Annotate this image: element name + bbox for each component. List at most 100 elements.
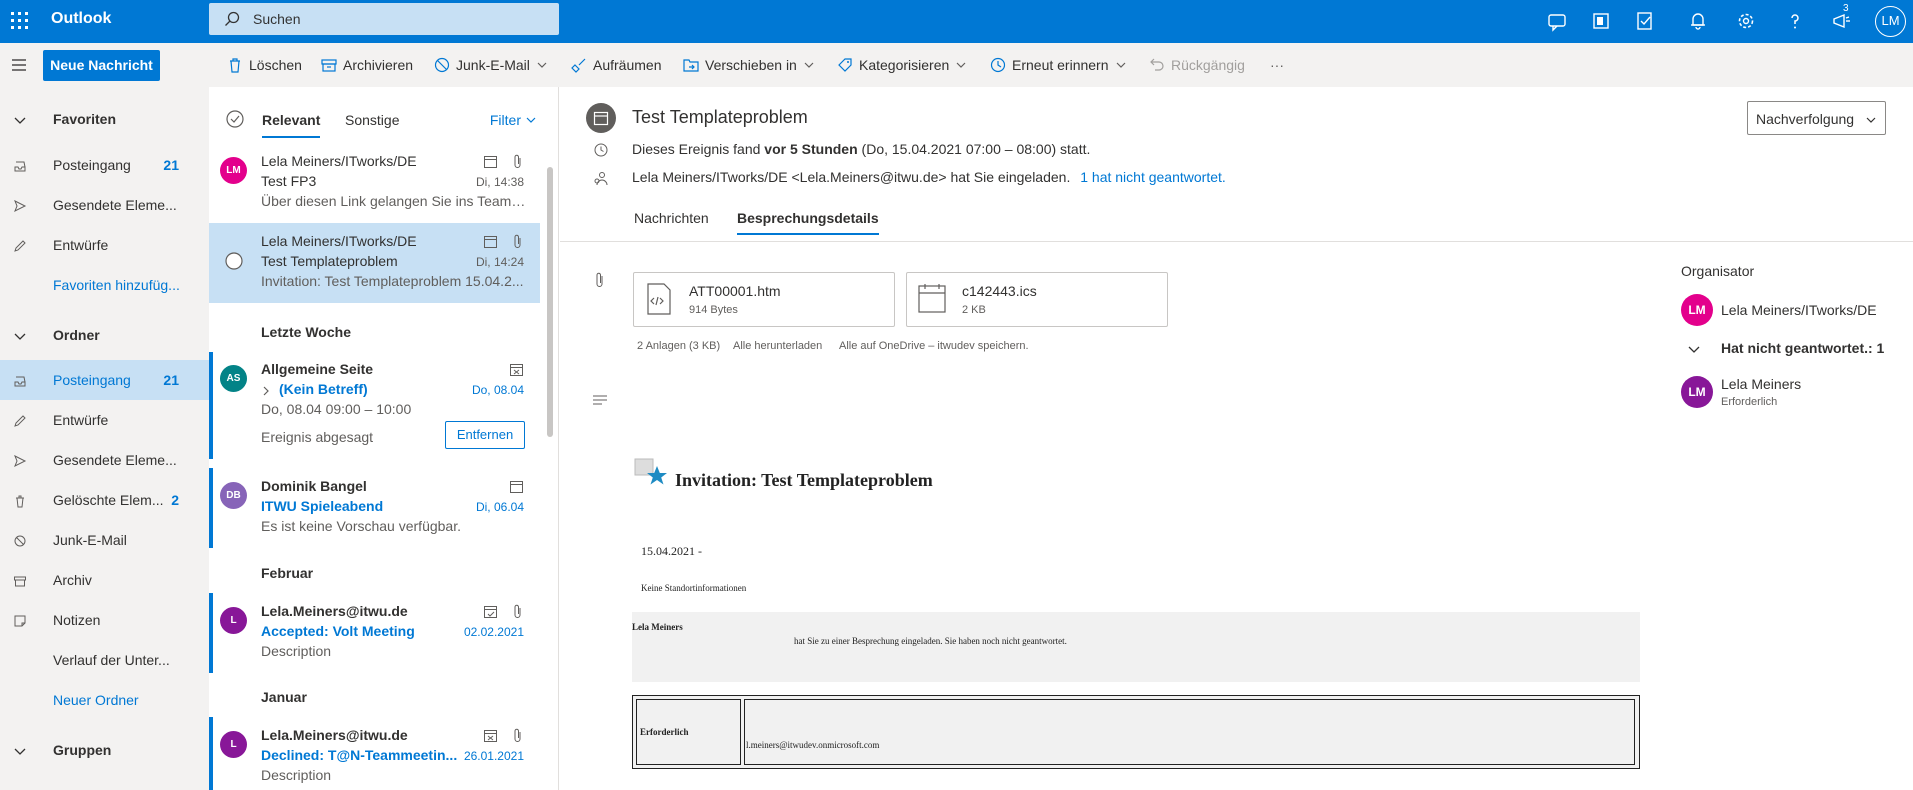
- search-icon: [224, 11, 240, 27]
- snooze-label: Erneut erinnern: [1012, 57, 1109, 73]
- sidebar-item-label: Archiv: [53, 572, 92, 588]
- more-button[interactable]: ···: [1270, 55, 1284, 75]
- search-input[interactable]: Suchen: [209, 3, 559, 35]
- list-item[interactable]: AS Allgemeine Seite (Kein Betreff) Do, 0…: [209, 352, 540, 459]
- event-time-suffix: (Do, 15.04.2021 07:00 – 08:00) statt.: [857, 141, 1091, 157]
- delete-button[interactable]: Löschen: [227, 55, 302, 75]
- sweep-button[interactable]: Aufräumen: [571, 55, 661, 75]
- paperclip-icon: [514, 728, 521, 742]
- tab-messages[interactable]: Nachrichten: [634, 210, 709, 226]
- calendar-icon: [510, 481, 523, 493]
- folders-header[interactable]: Ordner: [0, 315, 209, 355]
- followup-dropdown[interactable]: Nachverfolgung: [1747, 101, 1886, 135]
- event-icon: [586, 103, 616, 133]
- list-item-selected[interactable]: Lela Meiners/ITworks/DE Test Templatepro…: [209, 223, 540, 303]
- attachment-name: ATT00001.htm: [689, 283, 781, 299]
- categorize-button[interactable]: Kategorisieren: [837, 55, 967, 75]
- attachment-card[interactable]: c142443.ics 2 KB: [906, 272, 1168, 327]
- sidebar-item-junk[interactable]: Junk-E-Mail: [0, 520, 209, 560]
- sidebar-item-notes[interactable]: Notizen: [0, 600, 209, 640]
- move-label: Verschieben in: [705, 57, 797, 73]
- noresponse-link[interactable]: 1 hat nicht geantwortet.: [1080, 169, 1226, 185]
- followup-label: Nachverfolgung: [1756, 111, 1855, 127]
- select-all-icon[interactable]: [225, 109, 245, 129]
- pencil-icon: [14, 415, 26, 427]
- sidebar-item-drafts[interactable]: Entwürfe: [0, 400, 209, 440]
- favorites-header[interactable]: Favoriten: [0, 99, 209, 139]
- chevron-down-icon: [14, 748, 26, 755]
- app-title[interactable]: Outlook: [51, 10, 111, 28]
- message-date: Di, 14:38: [475, 175, 524, 189]
- list-scrollbar[interactable]: [547, 167, 553, 437]
- archive-button[interactable]: Archivieren: [321, 55, 413, 75]
- filter-button[interactable]: Filter: [490, 112, 537, 128]
- list-item[interactable]: L Lela.Meiners@itwu.de Accepted: Volt Me…: [209, 593, 540, 673]
- hamburger-icon[interactable]: [10, 57, 28, 73]
- move-button[interactable]: Verschieben in: [683, 55, 815, 75]
- app-launcher-icon[interactable]: [10, 11, 30, 31]
- invite-box: Lela Meiners hat Sie zu einer Besprechun…: [632, 612, 1640, 682]
- sidebar-item-favorites-sent[interactable]: Gesendete Eleme...: [0, 185, 209, 225]
- left-navigation: Favoriten Posteingang 21 Gesendete Eleme…: [0, 87, 209, 790]
- list-item[interactable]: LM Lela Meiners/ITworks/DE Test FP3 Di, …: [209, 143, 540, 223]
- event-time-relative: vor 5 Stunden: [764, 141, 858, 157]
- office-icon[interactable]: [1590, 10, 1612, 32]
- unread-count: 21: [163, 157, 179, 173]
- sidebar-item-label: Entwürfe: [53, 237, 109, 253]
- group-header-last-week: Letzte Woche: [261, 324, 351, 340]
- required-email: l.meiners@itwudev.onmicrosoft.com: [746, 740, 880, 750]
- help-icon[interactable]: [1784, 10, 1806, 32]
- sidebar-item-label: Verlauf der Unter...: [53, 652, 170, 668]
- sidebar-item-deleted[interactable]: Gelöschte Elem... 2: [0, 480, 209, 520]
- sidebar-item-label: Gesendete Eleme...: [53, 197, 177, 213]
- junk-button[interactable]: Junk-E-Mail: [434, 55, 548, 75]
- groups-header[interactable]: Gruppen: [0, 730, 209, 770]
- sidebar-item-inbox[interactable]: Posteingang 21: [0, 360, 209, 400]
- chevron-right-icon[interactable]: [261, 385, 271, 397]
- feedback-icon[interactable]: [1831, 10, 1853, 32]
- message-sender: Lela Meiners/ITworks/DE: [261, 153, 417, 169]
- message-preview: Do, 08.04 09:00 – 10:00: [261, 401, 412, 417]
- todo-icon[interactable]: [1634, 10, 1656, 32]
- save-to-onedrive-link[interactable]: Alle auf OneDrive – itwudev speichern.: [839, 340, 1029, 352]
- attachment-card[interactable]: ATT00001.htm 914 Bytes: [633, 272, 895, 327]
- chevron-down-icon[interactable]: [1687, 342, 1701, 356]
- sidebar-item-history[interactable]: Verlauf der Unter...: [0, 640, 209, 680]
- message-list: Relevant Sonstige Filter LM Lela Meiners…: [209, 87, 559, 790]
- list-item[interactable]: DB Dominik Bangel ITWU Spieleabend Di, 0…: [209, 468, 540, 548]
- message-subject: Test Templateproblem: [261, 253, 398, 269]
- attendee-name[interactable]: Lela Meiners: [1721, 376, 1801, 392]
- new-message-button[interactable]: Neue Nachricht: [43, 50, 160, 81]
- tab-focused[interactable]: Relevant: [262, 112, 321, 138]
- new-folder-link[interactable]: Neuer Ordner: [0, 680, 209, 720]
- group-header-february: Februar: [261, 565, 314, 581]
- select-radio-icon[interactable]: [224, 251, 244, 271]
- tab-meeting-details[interactable]: Besprechungsdetails: [737, 210, 879, 235]
- calendar-star-icon: [634, 458, 667, 485]
- organizer-name[interactable]: Lela Meiners/ITworks/DE: [1721, 302, 1877, 318]
- send-icon: [14, 199, 27, 213]
- bell-icon[interactable]: [1687, 10, 1709, 32]
- gear-icon[interactable]: [1735, 10, 1757, 32]
- tab-other[interactable]: Sonstige: [345, 112, 399, 128]
- code-file-icon: [647, 283, 671, 315]
- add-favorite-link[interactable]: Favoriten hinzufüg...: [0, 265, 209, 305]
- sidebar-item-sent[interactable]: Gesendete Eleme...: [0, 440, 209, 480]
- list-item[interactable]: L Lela.Meiners@itwu.de Declined: T@N-Tea…: [209, 717, 540, 790]
- message-subject: ITWU Spieleabend: [261, 498, 384, 514]
- noresponse-header[interactable]: Hat nicht geantwortet.: 1: [1721, 340, 1884, 356]
- message-subject: Accepted: Volt Meeting: [261, 623, 415, 639]
- chevron-down-icon: [526, 117, 536, 123]
- undo-button[interactable]: Rückgängig: [1149, 55, 1245, 75]
- sidebar-item-favorites-drafts[interactable]: Entwürfe: [0, 225, 209, 265]
- message-subject: (Kein Betreff): [279, 381, 368, 397]
- snooze-button[interactable]: Erneut erinnern: [990, 55, 1127, 75]
- message-list-pivot: Relevant Sonstige Filter: [209, 87, 558, 143]
- sidebar-item-favorites-inbox[interactable]: Posteingang 21: [0, 145, 209, 185]
- user-avatar[interactable]: LM: [1875, 6, 1906, 37]
- sidebar-item-archive[interactable]: Archiv: [0, 560, 209, 600]
- download-all-link[interactable]: Alle herunterladen: [733, 340, 822, 352]
- inbox-icon: [14, 376, 26, 387]
- teams-chat-icon[interactable]: [1546, 10, 1568, 32]
- remove-button[interactable]: Entfernen: [445, 421, 525, 449]
